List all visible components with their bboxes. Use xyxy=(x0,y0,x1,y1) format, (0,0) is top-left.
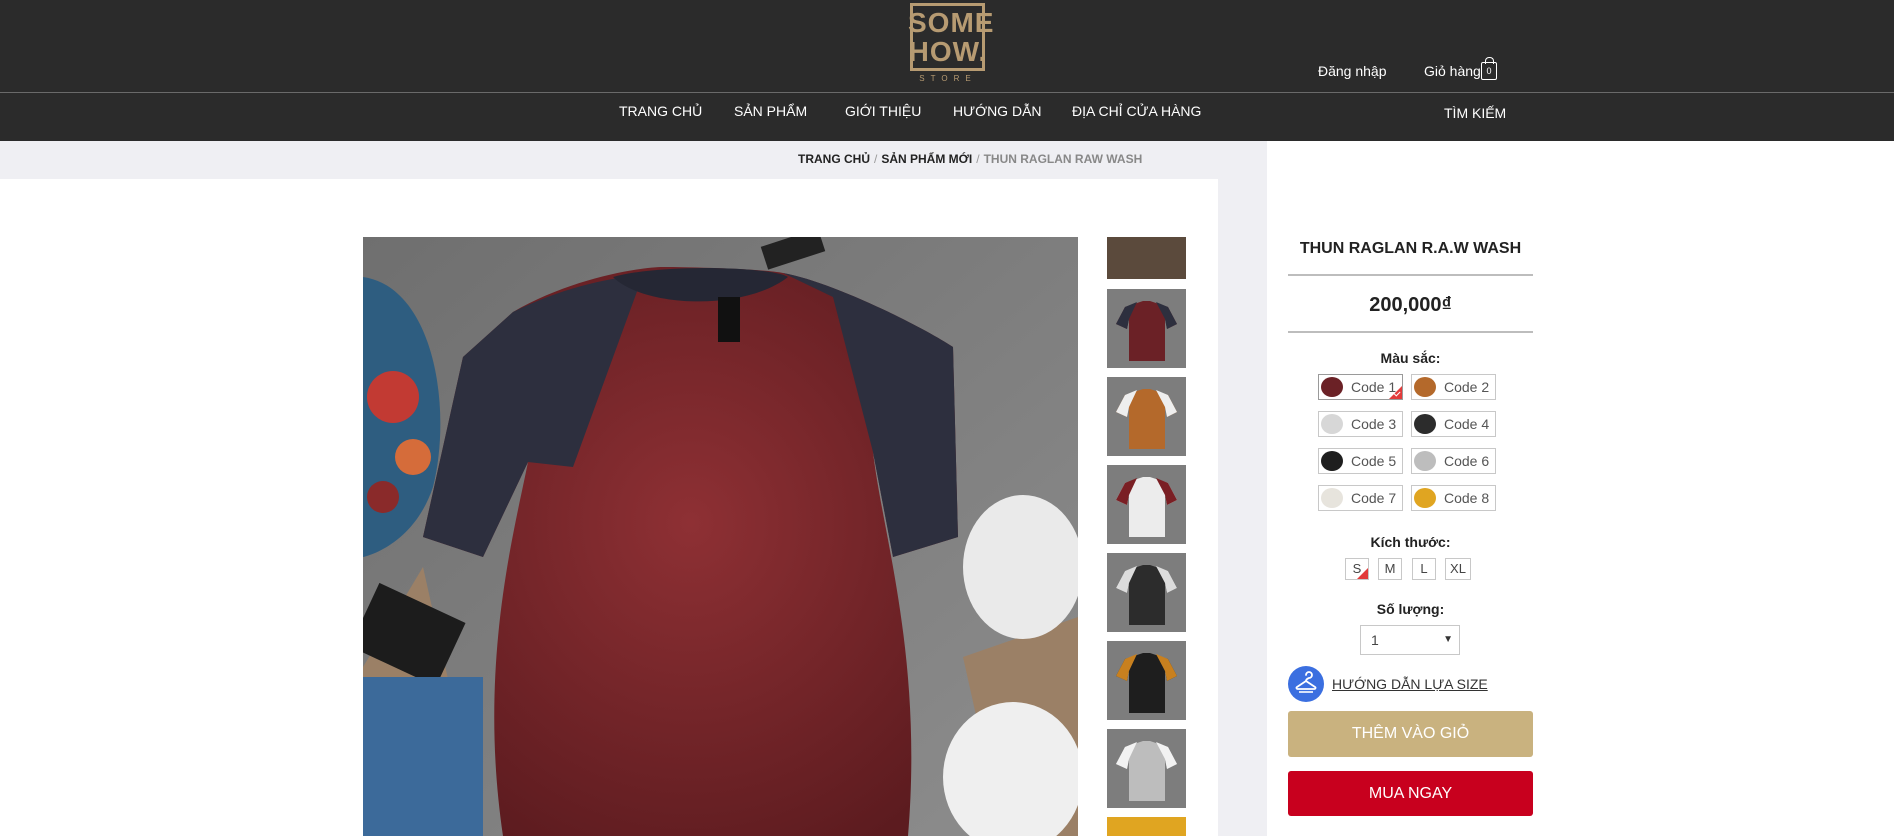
color-thumb xyxy=(1414,377,1436,397)
price-divider xyxy=(1288,331,1533,333)
thumbnail-shirt-illustration xyxy=(1116,389,1177,449)
thumbnail-shirt-illustration xyxy=(1116,741,1177,801)
color-option-label: Code 5 xyxy=(1351,453,1397,469)
chevron-down-icon: ▼ xyxy=(1443,634,1453,645)
color-thumb xyxy=(1414,488,1436,508)
thumbnail-image[interactable] xyxy=(1107,465,1186,544)
buy-now-button[interactable]: MUA NGAY xyxy=(1288,771,1533,816)
color-option-label: Code 7 xyxy=(1351,490,1397,506)
thumbnail-image[interactable] xyxy=(1107,553,1186,632)
thumbnail-image[interactable] xyxy=(1107,377,1186,456)
cart-link[interactable]: Giỏ hàng xyxy=(1424,63,1481,79)
color-thumb xyxy=(1321,414,1343,434)
thumbnail-image[interactable] xyxy=(1107,729,1186,808)
color-option-label: Code 8 xyxy=(1444,490,1490,506)
logo-text-line2: HOW. xyxy=(908,36,988,67)
hanger-icon-graphic xyxy=(1295,671,1317,693)
hanger-icon[interactable] xyxy=(1288,666,1324,702)
product-photo-illustration xyxy=(363,237,1078,836)
breadcrumb-separator: / xyxy=(976,152,980,166)
thumbnail-image[interactable] xyxy=(1107,237,1186,279)
color-option-label: Code 4 xyxy=(1444,416,1490,432)
quantity-label: Số lượng: xyxy=(1376,601,1445,617)
product-price: 200,000₫ xyxy=(1369,294,1452,316)
size-option-s[interactable]: S xyxy=(1345,558,1369,580)
color-thumb xyxy=(1321,451,1343,471)
nav-about[interactable]: GIỚI THIỆU xyxy=(845,103,921,119)
color-thumb xyxy=(1321,377,1343,397)
nav-store-locations[interactable]: ĐỊA CHỈ CỬA HÀNG xyxy=(1072,103,1201,119)
product-main-image[interactable] xyxy=(363,237,1078,836)
size-guide-link[interactable]: HƯỚNG DẪN LỰA SIZE xyxy=(1332,676,1488,692)
nav-guide[interactable]: HƯỚNG DẪN xyxy=(953,103,1042,119)
size-option-xl[interactable]: XL xyxy=(1445,558,1471,580)
color-option-label: Code 3 xyxy=(1351,416,1397,432)
header-divider xyxy=(0,92,1894,93)
nav-search[interactable]: TÌM KIẾM xyxy=(1444,105,1506,121)
color-thumb xyxy=(1414,451,1436,471)
product-title: THUN RAGLAN R.A.W WASH xyxy=(1299,240,1522,257)
color-option-code-6[interactable]: Code 6 xyxy=(1411,448,1496,474)
thumbnail-shirt-illustration xyxy=(1116,565,1177,625)
size-option-label: XL xyxy=(1450,561,1466,576)
add-to-cart-button[interactable]: THÊM VÀO GIỎ xyxy=(1288,711,1533,757)
thumbnail-shirt-illustration xyxy=(1116,301,1177,361)
thumbnail-shirt-illustration xyxy=(1116,653,1177,713)
shopping-bag-icon[interactable]: 0 xyxy=(1481,57,1497,80)
breadcrumb-separator: / xyxy=(874,152,878,166)
thumbnail-image[interactable] xyxy=(1107,641,1186,720)
size-option-l[interactable]: L xyxy=(1412,558,1436,580)
login-link[interactable]: Đăng nhập xyxy=(1318,63,1387,79)
color-label: Màu sắc: xyxy=(1380,350,1441,366)
color-thumb xyxy=(1321,488,1343,508)
size-option-m[interactable]: M xyxy=(1378,558,1402,580)
quantity-select[interactable]: 1 ▼ xyxy=(1360,625,1460,655)
thumbnail-shirt-illustration xyxy=(1116,477,1177,537)
logo-text-line1: SOME xyxy=(908,7,995,38)
logo-text-line3: STORE xyxy=(919,74,977,83)
color-thumb xyxy=(1414,414,1436,434)
store-logo[interactable]: SOME HOW. STORE xyxy=(908,1,995,85)
title-divider xyxy=(1288,274,1533,276)
size-label: Kích thước: xyxy=(1370,534,1451,550)
color-option-code-7[interactable]: Code 7 xyxy=(1318,485,1403,511)
breadcrumb-category[interactable]: SẢN PHẨM MỚI xyxy=(881,152,972,166)
selected-check-icon xyxy=(1389,386,1402,399)
size-option-label: M xyxy=(1384,561,1396,576)
size-option-label: L xyxy=(1420,561,1428,576)
color-option-label: Code 2 xyxy=(1444,379,1490,395)
nav-home[interactable]: TRANG CHỦ xyxy=(619,103,702,119)
color-option-code-3[interactable]: Code 3 xyxy=(1318,411,1403,437)
color-option-code-8[interactable]: Code 8 xyxy=(1411,485,1496,511)
color-option-code-1[interactable]: Code 1 xyxy=(1318,374,1403,400)
page-gutter xyxy=(1218,179,1267,836)
selected-check-icon xyxy=(1357,568,1368,579)
color-option-code-4[interactable]: Code 4 xyxy=(1411,411,1496,437)
color-option-label: Code 6 xyxy=(1444,453,1490,469)
color-option-code-5[interactable]: Code 5 xyxy=(1318,448,1403,474)
nav-products[interactable]: SẢN PHẨM xyxy=(734,103,807,119)
thumbnail-image[interactable] xyxy=(1107,289,1186,368)
breadcrumb-home[interactable]: TRANG CHỦ xyxy=(798,152,870,166)
color-option-code-2[interactable]: Code 2 xyxy=(1411,374,1496,400)
breadcrumb: TRANG CHỦ / SẢN PHẨM MỚI / THUN RAGLAN RAW W… xyxy=(798,152,1142,166)
quantity-value: 1 xyxy=(1371,632,1379,648)
breadcrumb-current: THUN RAGLAN RAW WASH xyxy=(983,152,1143,166)
thumbnail-image[interactable] xyxy=(1107,817,1186,836)
